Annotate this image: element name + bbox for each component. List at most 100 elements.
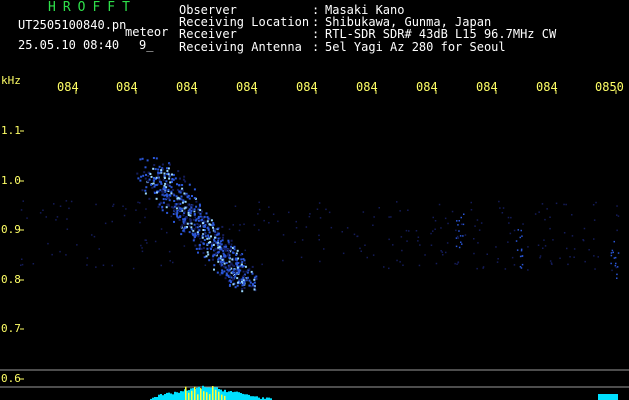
echo-pixel	[177, 216, 180, 219]
echo-pixel	[191, 204, 194, 207]
echo-pixel	[236, 284, 239, 287]
noise-speck	[316, 208, 319, 210]
band-peak	[197, 394, 199, 400]
noise-speck	[616, 266, 619, 268]
echo-pixel	[181, 187, 184, 190]
echo-pixel	[228, 256, 231, 259]
band-peak	[212, 386, 214, 400]
echo-pixel	[169, 181, 172, 184]
echo-pixel	[199, 209, 202, 212]
band-bar	[232, 392, 234, 400]
noise-speck	[457, 224, 459, 226]
noise-speck	[495, 246, 497, 248]
noise-speck	[613, 240, 615, 243]
echo-pixel	[189, 218, 192, 221]
echo-pixel	[213, 253, 216, 256]
echo-pixel	[165, 180, 168, 183]
noise-speck	[464, 234, 467, 236]
band-bar	[236, 391, 238, 400]
echo-pixel	[210, 245, 213, 248]
noise-speck	[519, 255, 522, 258]
echo-pixel	[188, 231, 191, 234]
noise-speck	[513, 264, 516, 266]
echo-pixel	[179, 207, 182, 210]
noise-speck	[457, 261, 459, 264]
echo-pixel	[193, 188, 196, 191]
noise-speck	[341, 231, 343, 233]
noise-speck	[319, 217, 322, 219]
echo-pixel	[202, 222, 204, 225]
band-bar	[240, 393, 242, 400]
noise-speck	[383, 266, 385, 268]
echo-pixel	[162, 168, 165, 171]
noise-speck	[507, 216, 510, 219]
noise-speck	[432, 230, 434, 232]
echo-pixel	[160, 202, 163, 204]
noise-speck	[434, 228, 436, 230]
echo-pixel	[237, 262, 239, 264]
echo-pixel	[195, 226, 197, 229]
band-bar	[252, 396, 254, 400]
echo-pixel	[196, 223, 199, 225]
noise-speck	[584, 260, 586, 263]
echo-pixel	[167, 204, 170, 206]
echo-pixel	[232, 283, 235, 286]
echo-pixel	[216, 251, 219, 254]
echo-pixel	[157, 173, 159, 176]
noise-speck	[544, 245, 547, 247]
noise-speck	[330, 226, 333, 229]
echo-pixel	[232, 278, 235, 280]
echo-pixel	[182, 214, 185, 217]
noise-speck	[563, 203, 565, 206]
noise-speck	[435, 262, 438, 265]
noise-speck	[551, 263, 553, 265]
noise-speck	[402, 264, 404, 266]
echo-pixel	[162, 187, 165, 190]
noise-speck	[373, 216, 375, 218]
echo-pixel	[220, 271, 223, 274]
echo-pixel	[163, 174, 166, 177]
echo-pixel	[199, 215, 202, 218]
noise-speck	[617, 215, 620, 217]
echo-pixel	[180, 233, 183, 236]
echo-pixel	[230, 276, 233, 279]
echo-pixel	[178, 219, 181, 221]
noise-speck	[135, 209, 137, 211]
echo-pixel	[202, 242, 205, 245]
noise-speck	[342, 252, 345, 255]
noise-speck	[59, 205, 62, 207]
noise-speck	[346, 227, 349, 229]
band-bar	[242, 393, 244, 400]
echo-pixel	[225, 274, 228, 277]
noise-speck	[516, 249, 519, 251]
echo-pixel	[239, 282, 242, 285]
echo-pixel	[249, 281, 252, 284]
y-tick-marks	[20, 130, 24, 380]
echo-pixel	[202, 247, 205, 250]
noise-speck	[406, 240, 408, 242]
noise-speck	[160, 264, 162, 267]
noise-speck	[497, 258, 499, 260]
echo-pixel	[193, 197, 196, 199]
echo-pixel	[218, 257, 221, 260]
echo-pixel	[200, 247, 203, 250]
noise-speck	[504, 268, 507, 270]
noise-speck	[301, 239, 304, 241]
echo-pixel	[223, 262, 226, 265]
echo-pixel	[228, 267, 231, 270]
noise-speck	[573, 248, 576, 250]
echo-pixel	[193, 228, 196, 231]
echo-pixel	[145, 186, 148, 189]
echo-pixel	[243, 281, 246, 284]
band-peak	[209, 394, 211, 400]
noise-speck	[122, 205, 124, 207]
noise-speck	[309, 213, 311, 215]
echo-pixel	[213, 264, 216, 267]
noise-speck	[244, 249, 246, 252]
band-bar	[228, 391, 230, 400]
noise-speck	[258, 208, 261, 211]
noise-speck	[555, 202, 558, 205]
echo-pixel	[234, 286, 237, 289]
echo-pixel	[201, 223, 204, 226]
echo-pixel	[198, 229, 201, 232]
